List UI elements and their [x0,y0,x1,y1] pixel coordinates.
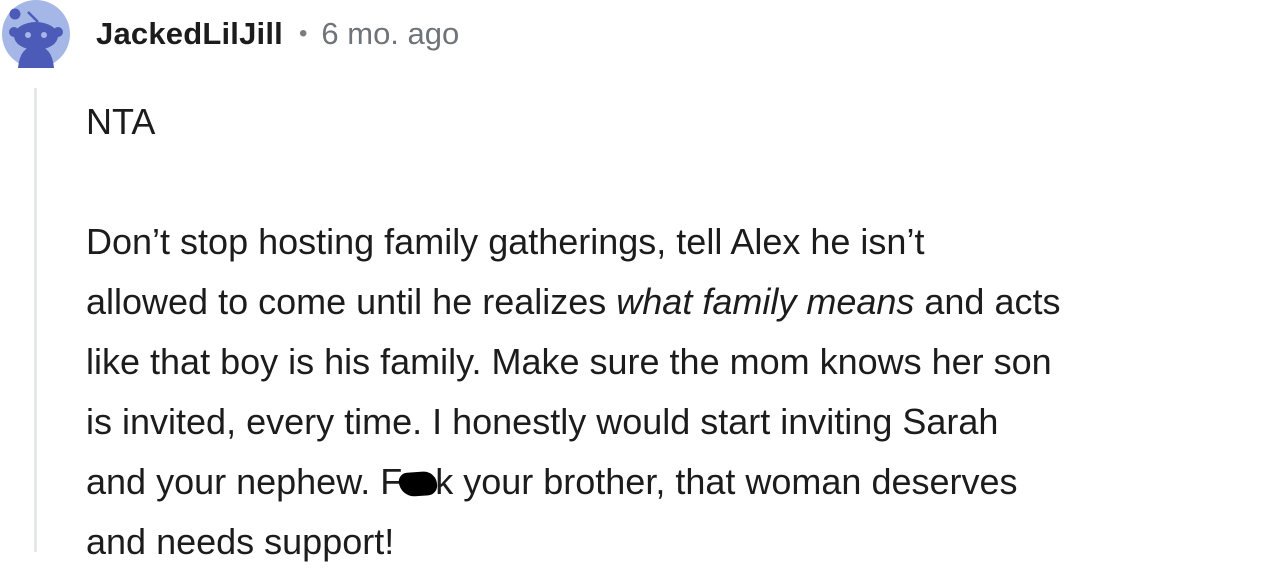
line-text: Don’t stop hosting family gatherings, te… [86,221,925,262]
comment-line: and your nephew. F k your brother, that w… [86,452,1264,512]
comment-timestamp[interactable]: 6 mo. ago [321,16,459,52]
line-text: is invited, every time. I honestly would… [86,401,999,442]
line-text: and your nephew. F [86,461,403,502]
comment-body: NTA Don’t stop hosting family gatherings… [86,92,1264,572]
comment-line: Don’t stop hosting family gatherings, te… [86,212,1264,272]
comment-line: like that boy is his family. Make sure t… [86,332,1264,392]
meta-separator: • [298,20,308,47]
censor-mark [398,470,439,498]
thread-line[interactable] [34,88,37,552]
line-text: allowed to come until he realizes [86,281,617,322]
comment-line: is invited, every time. I honestly would… [86,392,1264,452]
comment-meta: JackedLilJill • 6 mo. ago [96,12,459,56]
user-avatar[interactable] [0,0,72,68]
line-text: like that boy is his family. Make sure t… [86,341,1052,382]
emphasized-text: what family means [616,281,915,322]
snoo-avatar-icon [2,0,70,68]
line-text: and needs support! [86,521,395,562]
username-link[interactable]: JackedLilJill [96,16,283,52]
line-text: k your brother, that woman deserves [435,461,1018,502]
comment-line: allowed to come until he realizes what f… [86,272,1264,332]
comment-verdict: NTA [86,101,156,142]
comment-line: and needs support! [86,512,1264,572]
line-text: and acts [914,281,1061,322]
